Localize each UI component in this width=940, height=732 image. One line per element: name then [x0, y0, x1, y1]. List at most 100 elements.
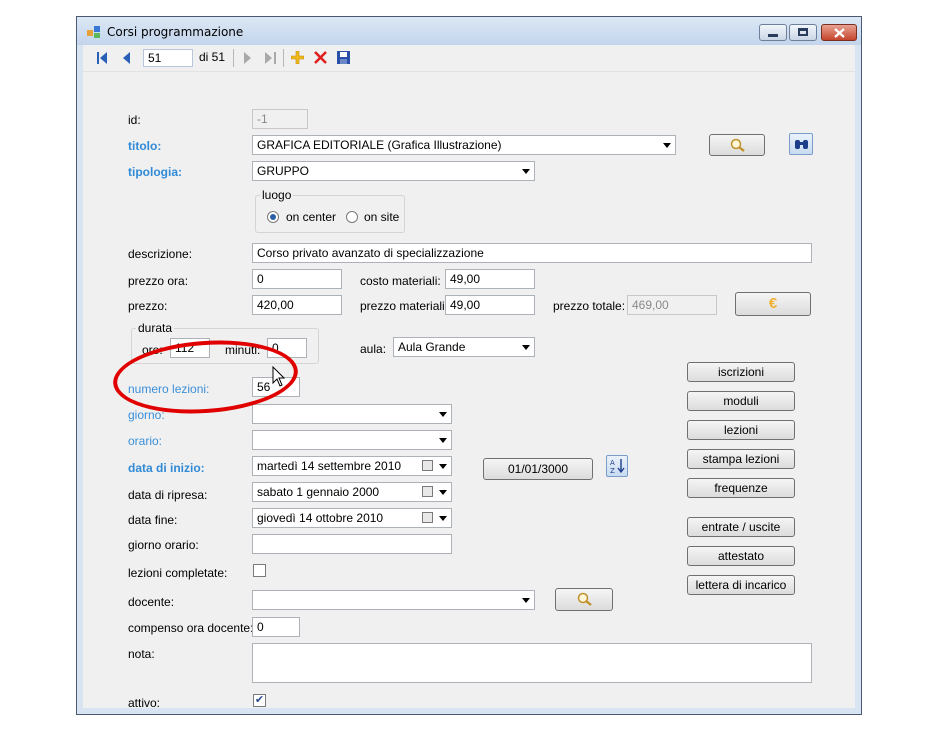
svg-text:Z: Z: [610, 467, 615, 474]
chevron-down-icon: [522, 169, 530, 174]
prezzo-field[interactable]: 420,00: [252, 295, 342, 315]
maximize-button[interactable]: [789, 24, 817, 41]
titolo-value: GRAFICA EDITORIALE (Grafica Illustrazion…: [257, 138, 502, 152]
data-ripresa-label: data di ripresa:: [128, 488, 208, 502]
calendar-icon: [422, 460, 433, 471]
iscrizioni-button[interactable]: iscrizioni: [687, 362, 795, 382]
date-preset-button[interactable]: 01/01/3000: [483, 458, 593, 480]
moduli-button[interactable]: moduli: [687, 391, 795, 411]
costo-materiali-label: costo materiali:: [360, 274, 441, 288]
descrizione-label: descrizione:: [128, 247, 193, 261]
prev-record-icon[interactable]: [123, 52, 131, 64]
minimize-button[interactable]: [759, 24, 787, 41]
lezioni-completate-checkbox[interactable]: [253, 564, 266, 577]
docente-search-button[interactable]: [555, 588, 613, 611]
close-button[interactable]: [821, 24, 857, 41]
next-record-icon[interactable]: [243, 52, 251, 64]
data-fine-value: giovedì 14 ottobre 2010: [257, 511, 384, 525]
luogo-group: luogo on center on site: [255, 188, 405, 233]
data-inizio-picker[interactable]: martedì 14 settembre 2010: [252, 456, 452, 476]
sort-button[interactable]: AZ: [606, 455, 628, 477]
chevron-down-icon: [439, 464, 447, 469]
attivo-label: attivo:: [128, 696, 161, 710]
chevron-down-icon: [439, 516, 447, 521]
lezioni-button[interactable]: lezioni: [687, 420, 795, 440]
chevron-down-icon: [439, 438, 447, 443]
chevron-down-icon: [439, 412, 447, 417]
costo-materiali-field[interactable]: 49,00: [445, 269, 535, 289]
first-record-icon[interactable]: [97, 52, 108, 64]
compenso-field[interactable]: 0: [252, 617, 300, 637]
data-inizio-label: data di inizio:: [128, 461, 205, 475]
tipologia-combo[interactable]: GRUPPO: [252, 161, 535, 181]
prezzo-label: prezzo:: [128, 299, 168, 313]
prezzo-ora-field[interactable]: 0: [252, 269, 342, 289]
aula-label: aula:: [360, 342, 387, 356]
durata-legend: durata: [136, 321, 175, 335]
close-icon: [834, 28, 845, 38]
on-site-label: on site: [364, 210, 400, 224]
separator: [233, 49, 234, 67]
binoculars-icon: [795, 140, 808, 149]
tipologia-label: tipologia:: [128, 165, 182, 179]
on-center-radio[interactable]: [267, 211, 279, 223]
id-field[interactable]: -1: [252, 109, 308, 129]
chevron-down-icon: [439, 490, 447, 495]
binoculars-button[interactable]: [789, 133, 813, 155]
binding-navigator: 51 di 51: [83, 45, 855, 72]
euro-button[interactable]: €: [735, 292, 811, 316]
frequenze-button[interactable]: frequenze: [687, 478, 795, 498]
delete-icon[interactable]: [314, 51, 327, 64]
lettera-incarico-button[interactable]: lettera di incarico: [687, 575, 795, 595]
prezzo-ora-label: prezzo ora:: [128, 274, 189, 288]
id-label: id:: [128, 113, 141, 127]
euro-icon: €: [768, 295, 778, 312]
chevron-down-icon: [522, 345, 530, 350]
descrizione-field[interactable]: Corso privato avanzato di specializzazio…: [252, 243, 812, 263]
data-ripresa-value: sabato 1 gennaio 2000: [257, 485, 380, 499]
prezzo-totale-label: prezzo totale:: [553, 299, 626, 313]
aula-combo[interactable]: Aula Grande: [393, 337, 535, 357]
attestato-button[interactable]: attestato: [687, 546, 795, 566]
giorno-combo[interactable]: [252, 404, 452, 424]
chevron-down-icon: [522, 598, 530, 603]
on-center-label: on center: [286, 210, 337, 224]
title-bar: Corsi programmazione: [77, 17, 861, 45]
titolo-combo[interactable]: GRAFICA EDITORIALE (Grafica Illustrazion…: [252, 135, 676, 155]
add-icon[interactable]: [291, 51, 304, 64]
data-ripresa-picker[interactable]: sabato 1 gennaio 2000: [252, 482, 452, 502]
docente-combo[interactable]: [252, 590, 535, 610]
data-fine-picker[interactable]: giovedì 14 ottobre 2010: [252, 508, 452, 528]
giorno-orario-field[interactable]: [252, 534, 452, 554]
on-site-radio[interactable]: [346, 211, 358, 223]
lezioni-completate-label: lezioni completate:: [128, 566, 228, 580]
data-fine-label: data fine:: [128, 513, 178, 527]
aula-value: Aula Grande: [398, 340, 466, 354]
orario-label: orario:: [128, 434, 163, 448]
stampa-lezioni-button[interactable]: stampa lezioni: [687, 449, 795, 469]
record-count: di 51: [199, 50, 226, 64]
prezzo-totale-field[interactable]: 469,00: [627, 295, 717, 315]
attivo-checkbox[interactable]: ✔: [253, 694, 266, 707]
separator: [283, 49, 284, 67]
sort-az-icon: AZ: [610, 459, 625, 474]
entrate-uscite-button[interactable]: entrate / uscite: [687, 517, 795, 537]
save-icon[interactable]: [337, 51, 350, 64]
titolo-search-button[interactable]: [709, 134, 765, 156]
mouse-cursor-icon: [272, 366, 286, 387]
luogo-legend: luogo: [260, 188, 294, 202]
tipologia-value: GRUPPO: [257, 164, 310, 178]
chevron-down-icon: [663, 143, 671, 148]
prezzo-materiali-field[interactable]: 49,00: [445, 295, 535, 315]
search-icon: [577, 592, 592, 606]
titolo-label: titolo:: [128, 139, 162, 153]
nota-field[interactable]: [252, 643, 812, 683]
window-title: Corsi programmazione: [107, 25, 244, 39]
nota-label: nota:: [128, 647, 155, 661]
orario-combo[interactable]: [252, 430, 452, 450]
last-record-icon[interactable]: [265, 52, 276, 64]
giorno-orario-label: giorno orario:: [128, 538, 199, 552]
data-inizio-value: martedì 14 settembre 2010: [257, 459, 402, 473]
position-input[interactable]: 51: [143, 49, 193, 67]
compenso-label: compenso ora docente:: [128, 621, 254, 635]
